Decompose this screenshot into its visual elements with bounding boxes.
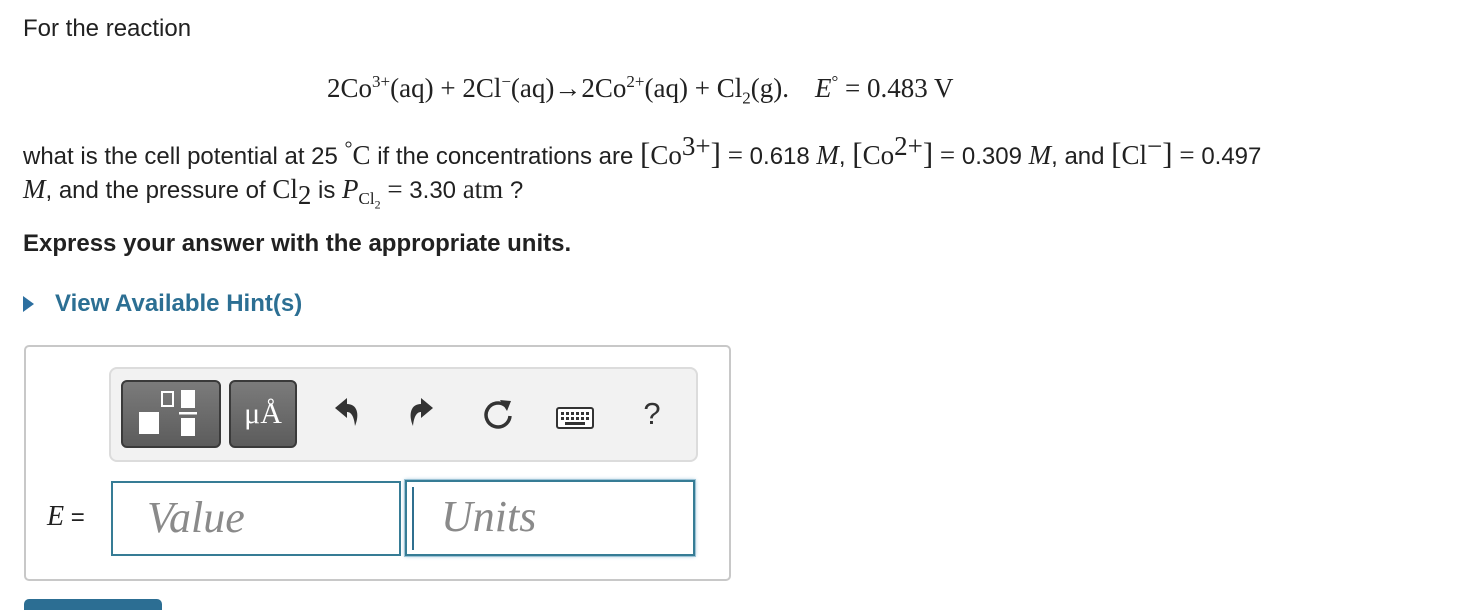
question-text-line-1: what is the cell potential at 25 °C if t…	[23, 133, 1262, 172]
equals-sign: =	[64, 504, 85, 531]
molar-unit: M	[816, 140, 839, 170]
help-icon[interactable]: ?	[635, 394, 669, 434]
question-text: is	[311, 177, 342, 204]
subscript-2: 2	[742, 88, 751, 108]
standard-potential-symbol: E	[814, 73, 832, 103]
reactant-cobalt-iii: 2Co	[327, 73, 373, 103]
plus-sign: +	[687, 73, 717, 103]
view-hints-toggle[interactable]: View Available Hint(s)	[23, 289, 302, 319]
pressure-symbol: P	[342, 174, 359, 204]
celsius-unit: C	[352, 140, 371, 170]
charge-3plus: 3+	[681, 131, 711, 161]
equals-sign: =	[1172, 140, 1202, 170]
reset-icon[interactable]	[478, 395, 518, 435]
redo-icon[interactable]	[405, 394, 441, 434]
charge-minus: −	[501, 72, 511, 91]
product-cobalt-ii: 2Co	[581, 73, 627, 103]
caret-right-icon	[23, 296, 34, 312]
cobalt-ii-label: Co	[862, 140, 895, 170]
equals-sign: =	[380, 174, 410, 204]
keyboard-icon[interactable]	[555, 404, 595, 432]
submit-button[interactable]	[24, 599, 162, 610]
cobalt-ii-concentration: 0.309	[961, 143, 1029, 170]
pressure-unit: atm	[462, 174, 504, 204]
question-end: ?	[503, 177, 524, 204]
state-gas: (g).	[750, 73, 789, 103]
molar-unit: M	[23, 174, 46, 204]
molar-unit: M	[1028, 140, 1052, 170]
chlorine-label: Cl	[272, 174, 298, 204]
state-aq: (aq)	[390, 73, 434, 103]
reaction-equation: 2Co3+(aq) + 2Cl−(aq)→2Co2+(aq) + Cl2(g).…	[327, 72, 954, 106]
question-text: , and the pressure of	[45, 177, 273, 204]
bracket-open: [	[640, 136, 651, 171]
pressure-value: 3.30	[409, 177, 463, 204]
answer-instruction: Express your answer with the appropriate…	[23, 230, 572, 257]
answer-variable-label: E =	[47, 500, 85, 535]
answer-variable: E	[47, 501, 65, 532]
bracket-open: [	[852, 136, 863, 171]
units-icon: μÅ	[244, 397, 282, 430]
pressure-subscript-base: Cl	[358, 188, 375, 208]
pressure-subscript: Cl2	[358, 188, 381, 210]
text-cursor	[412, 487, 414, 550]
equals-sign: =	[933, 140, 962, 170]
state-aq: (aq)	[644, 73, 688, 103]
templates-button[interactable]	[121, 380, 221, 448]
reaction-arrow: →	[554, 73, 582, 103]
degree-sign: °	[344, 138, 353, 160]
question-text-line-2: M, and the pressure of Cl2 is PCl2 = 3.3…	[23, 174, 524, 210]
subscript-2: 2	[297, 179, 312, 210]
charge-minus: −	[1147, 131, 1163, 161]
undo-icon[interactable]	[327, 394, 363, 434]
cobalt-iii-concentration: 0.618	[749, 143, 817, 170]
question-text: what is the cell potential at 25	[23, 143, 345, 170]
equals-sign: =	[838, 73, 867, 103]
charge-3plus: 3+	[372, 72, 391, 91]
bracket-open: [	[1111, 136, 1122, 171]
units-input[interactable]: Units	[405, 480, 695, 556]
templates-icon	[139, 390, 197, 436]
product-chlorine: Cl	[716, 73, 743, 103]
question-intro: For the reaction	[23, 15, 192, 42]
state-aq: (aq)	[510, 73, 555, 103]
chloride-concentration: 0.497	[1201, 143, 1262, 170]
chloride-label: Cl	[1121, 140, 1148, 170]
standard-potential-value: 0.483 V	[867, 73, 954, 103]
bracket-close: ]	[710, 136, 721, 171]
bracket-close: ]	[922, 136, 934, 171]
bracket-close: ]	[1162, 136, 1173, 171]
question-text: if the concentrations are	[370, 143, 641, 170]
separator: ,	[838, 143, 853, 170]
view-hints-label: View Available Hint(s)	[55, 290, 303, 317]
units-button[interactable]: μÅ	[229, 380, 297, 448]
charge-2plus: 2+	[626, 72, 645, 91]
cobalt-iii-label: Co	[650, 140, 682, 170]
equals-sign: =	[720, 140, 750, 170]
charge-2plus: 2+	[894, 131, 923, 161]
reactant-chloride: 2Cl	[462, 73, 502, 103]
value-input[interactable]: Value	[111, 481, 401, 556]
separator: , and	[1051, 143, 1112, 170]
plus-sign: +	[433, 73, 463, 103]
